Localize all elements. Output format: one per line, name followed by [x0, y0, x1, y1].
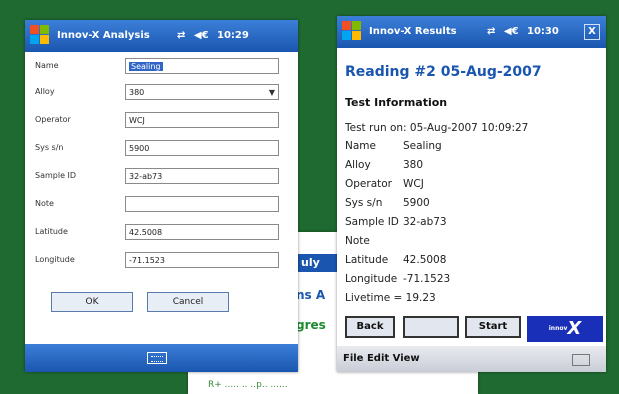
connectivity-icon[interactable]: ⇄ [177, 30, 185, 41]
info-key: Sys s/n [345, 197, 383, 209]
results-window-title: Innov-X Results [369, 26, 457, 37]
results-titlebar: Innov-X Results ⇄ ◀€ 10:30 X [337, 16, 606, 48]
field-value: 5900 [129, 144, 150, 153]
background-window-subtitle: ns A [296, 288, 326, 302]
info-key: Name [345, 140, 376, 152]
back-button[interactable]: Back [345, 316, 395, 338]
info-row: Longitude -71.1523 [345, 273, 450, 285]
info-value: 380 [403, 159, 424, 171]
alloy-dropdown[interactable]: 380 ▼ [125, 84, 279, 100]
volume-icon[interactable]: ◀€ [194, 30, 209, 41]
status-area[interactable]: ⇄ ◀€ 10:30 [487, 26, 564, 37]
field-value: 32-ab73 [129, 172, 163, 181]
innov-x-logo: innovX [527, 316, 603, 342]
clock-time: 10:29 [217, 30, 249, 41]
background-window-bottom-text: R+ ..... .. ..p.. ...... [208, 380, 288, 390]
keyboard-icon[interactable] [572, 354, 590, 366]
field-label: Note [35, 199, 54, 208]
status-area[interactable]: ⇄ ◀€ 10:29 [177, 30, 254, 41]
windows-start-icon[interactable] [342, 21, 362, 41]
info-row: Alloy 380 [345, 159, 423, 171]
field-input[interactable]: 42.5008 [125, 224, 279, 240]
info-value: Sealing [403, 140, 442, 152]
info-row: Operator WCJ [345, 178, 424, 190]
info-key: Sample ID [345, 216, 399, 228]
analysis-window-title: Innov-X Analysis [57, 30, 150, 41]
analysis-titlebar: Innov-X Analysis ⇄ ◀€ 10:29 [25, 20, 298, 52]
cancel-button[interactable]: Cancel [147, 292, 229, 312]
background-window-progress-text: gres [296, 318, 326, 332]
logo-small-text: innov [548, 325, 568, 332]
info-value: 42.5008 [403, 254, 447, 266]
analysis-window: Innov-X Analysis ⇄ ◀€ 10:29 Name Sealing A… [25, 20, 298, 372]
blank-button[interactable] [403, 316, 459, 338]
windows-start-icon[interactable] [30, 25, 50, 45]
reading-title: Reading #2 05-Aug-2007 [345, 64, 542, 80]
info-value: 5900 [403, 197, 430, 209]
field-input[interactable]: Sealing [125, 58, 279, 74]
field-label: Latitude [35, 227, 68, 236]
info-key: Operator [345, 178, 392, 190]
logo-x: X [567, 318, 582, 339]
soft-key-bar [25, 344, 298, 372]
field-label: Sys s/n [35, 143, 64, 152]
section-heading: Test Information [345, 96, 448, 109]
background-window-title: uly [298, 254, 341, 272]
field-value: Sealing [129, 62, 163, 71]
field-label: Sample ID [35, 171, 77, 180]
livetime-line: Livetime = 19.23 [345, 292, 436, 304]
info-row: Latitude 42.5008 [345, 254, 446, 266]
info-key: Note [345, 235, 370, 247]
info-key: Latitude [345, 254, 389, 266]
volume-icon[interactable]: ◀€ [504, 26, 519, 37]
field-input[interactable]: WCJ [125, 112, 279, 128]
info-value: 32-ab73 [403, 216, 447, 228]
field-input[interactable]: -71.1523 [125, 252, 279, 268]
ok-button[interactable]: OK [51, 292, 133, 312]
info-value: WCJ [403, 178, 424, 190]
start-button[interactable]: Start [465, 316, 521, 338]
clock-time: 10:30 [527, 26, 559, 37]
info-row: Note [345, 235, 403, 247]
field-label: Alloy [35, 87, 55, 96]
close-button[interactable]: X [584, 24, 600, 40]
connectivity-icon[interactable]: ⇄ [487, 26, 495, 37]
field-label: Name [35, 61, 59, 70]
info-row: Name Sealing [345, 140, 442, 152]
keyboard-icon[interactable] [147, 352, 167, 364]
field-value: 42.5008 [129, 228, 163, 237]
results-window: Innov-X Results ⇄ ◀€ 10:30 X Reading #2 … [337, 16, 606, 372]
field-input[interactable]: 32-ab73 [125, 168, 279, 184]
field-value: 380 [129, 88, 145, 97]
field-label: Longitude [35, 255, 75, 264]
test-run-line: Test run on: 05-Aug-2007 10:09:27 [345, 122, 529, 134]
menu-bar: File Edit View [337, 346, 606, 372]
field-input[interactable] [125, 196, 279, 212]
field-input[interactable]: 5900 [125, 140, 279, 156]
field-value: -71.1523 [129, 256, 165, 265]
info-key: Alloy [345, 159, 371, 171]
chevron-down-icon[interactable]: ▼ [269, 85, 275, 101]
field-label: Operator [35, 115, 71, 124]
info-row: Sys s/n 5900 [345, 197, 430, 209]
info-key: Longitude [345, 273, 398, 285]
field-value: WCJ [129, 116, 145, 125]
info-row: Sample ID 32-ab73 [345, 216, 447, 228]
info-value: -71.1523 [403, 273, 451, 285]
menu-items[interactable]: File Edit View [343, 353, 420, 364]
